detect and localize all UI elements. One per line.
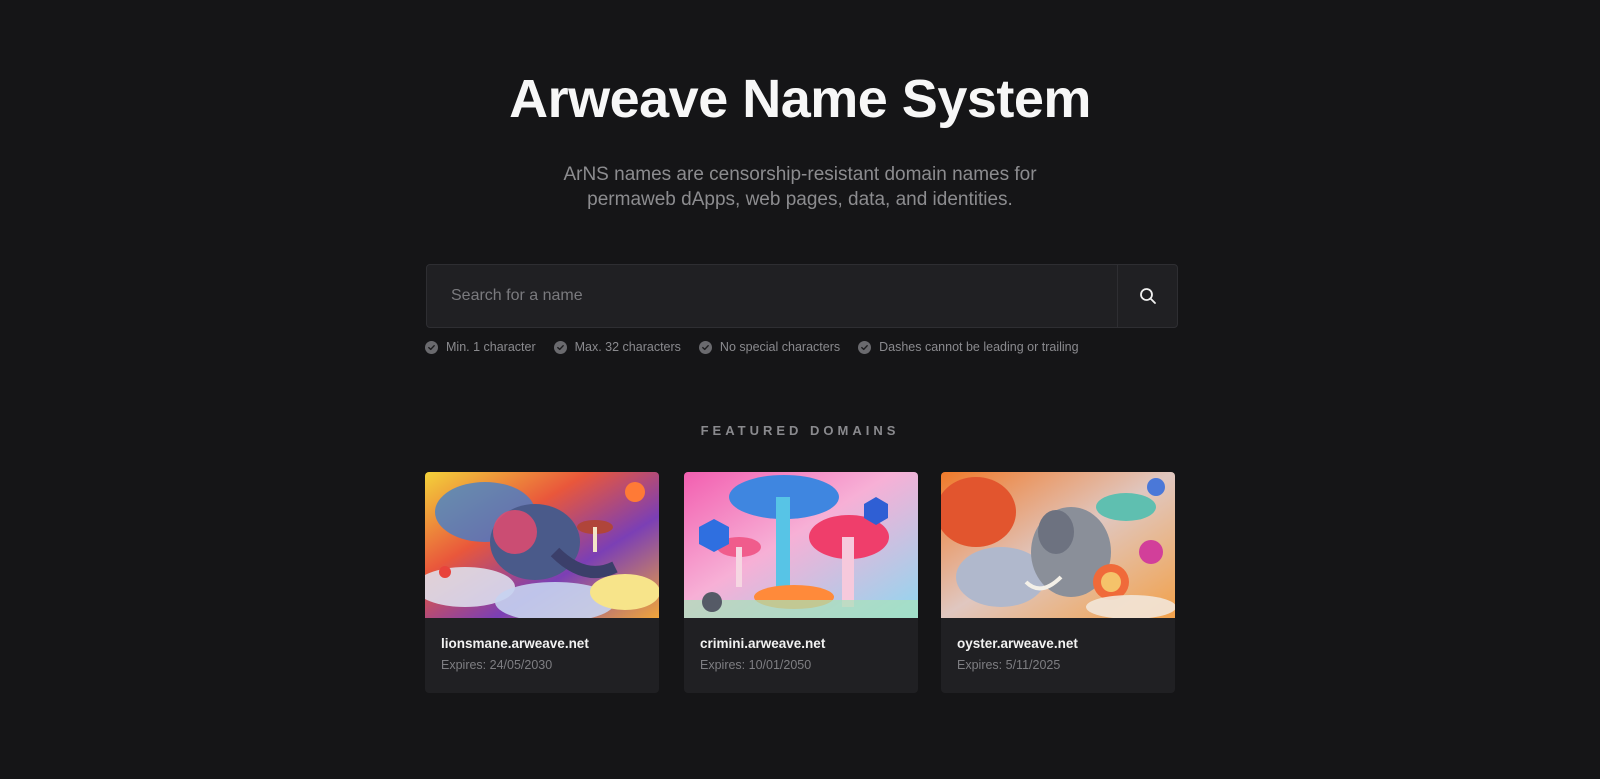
domain-name: oyster.arweave.net	[957, 636, 1078, 651]
domain-artwork-image	[425, 472, 659, 618]
domain-name: crimini.arweave.net	[700, 636, 826, 651]
domain-expiry: Expires: 24/05/2030	[441, 658, 553, 672]
rule-label: Dashes cannot be leading or trailing	[879, 340, 1079, 354]
rule-label: No special characters	[719, 340, 841, 354]
check-circle-icon	[698, 340, 712, 354]
rule-dashes: Dashes cannot be leading or trailing	[858, 340, 1079, 354]
subtitle-line-2: permaweb dApps, web pages, data, and ide…	[587, 189, 1013, 210]
rule-label: Min. 1 character	[446, 340, 536, 354]
check-circle-icon	[858, 340, 872, 354]
search-icon	[1139, 288, 1156, 304]
search-input[interactable]	[427, 265, 1117, 327]
domain-expiry: Expires: 5/11/2025	[957, 658, 1061, 672]
featured-domains-title: FEATURED DOMAINS	[700, 423, 900, 438]
subtitle-line-1: ArNS names are censorship-resistant doma…	[563, 164, 1037, 185]
featured-domain-card[interactable]: crimini.arweave.net Expires: 10/01/2050	[684, 472, 918, 693]
rule-no-special-chars: No special characters	[698, 340, 841, 354]
rule-max-length: Max. 32 characters	[553, 340, 681, 354]
page-subtitle: ArNS names are censorship-resistant doma…	[0, 162, 1600, 212]
name-rules: Min. 1 character Max. 32 characters No s…	[425, 340, 1079, 354]
page-title: Arweave Name System	[509, 69, 1091, 129]
domain-name: lionsmane.arweave.net	[441, 636, 589, 651]
featured-domain-card[interactable]: lionsmane.arweave.net Expires: 24/05/203…	[425, 472, 659, 693]
check-circle-icon	[553, 340, 567, 354]
domain-artwork-image	[941, 472, 1175, 618]
featured-domain-card[interactable]: oyster.arweave.net Expires: 5/11/2025	[941, 472, 1175, 693]
search-button[interactable]	[1117, 265, 1177, 327]
check-circle-icon	[425, 340, 438, 354]
domain-artwork-image	[684, 472, 918, 618]
search-box	[426, 264, 1178, 328]
rule-min-length: Min. 1 character	[425, 340, 536, 354]
rule-label: Max. 32 characters	[574, 340, 681, 354]
domain-expiry: Expires: 10/01/2050	[700, 658, 812, 672]
page: Arweave Name System ArNS names are censo…	[0, 0, 1600, 779]
